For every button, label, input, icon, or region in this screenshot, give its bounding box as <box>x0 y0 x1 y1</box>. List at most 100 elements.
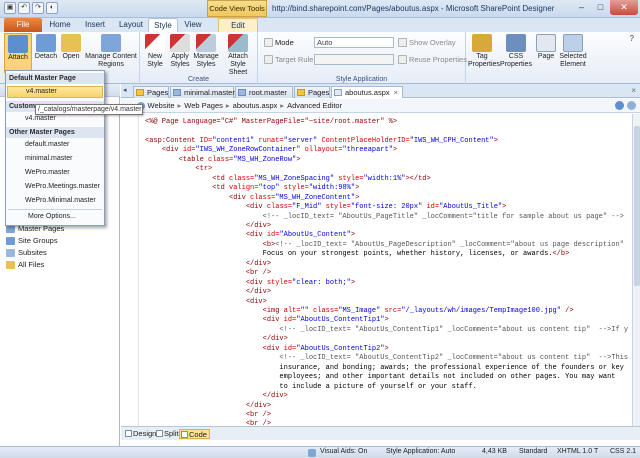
code-line: </div> <box>145 288 271 296</box>
selected-element-button[interactable]: Selected Element <box>558 34 588 69</box>
tab-edit[interactable]: Edit <box>218 18 258 32</box>
tab-home[interactable]: Home <box>44 18 76 32</box>
code-token: class= <box>262 203 293 212</box>
target-icon <box>264 55 273 64</box>
tab-layout[interactable]: Layout <box>113 18 149 32</box>
design-view-button[interactable]: Design <box>124 429 158 439</box>
preview-icon[interactable]: ◐ <box>46 2 58 14</box>
nav-item-site-groups[interactable]: Site Groups <box>6 236 58 245</box>
code-token: "AboutUs_Title" <box>439 203 503 212</box>
nav-back-icon[interactable]: ◂ <box>123 86 127 94</box>
code-line: <div class="MS_WH_ZoneContent"> <box>145 194 359 202</box>
dropdown-item-wepro-minimal-master[interactable]: WePro.Minimal.master <box>25 197 96 204</box>
detach-button[interactable]: Detach <box>34 34 58 61</box>
redo-icon[interactable]: ↷ <box>32 2 44 14</box>
detach-icon <box>36 34 56 52</box>
mode-select[interactable]: Auto <box>314 37 394 48</box>
dropdown-item-minimal-master[interactable]: minimal.master <box>25 155 72 162</box>
css-properties-button[interactable]: CSS Properties <box>500 34 532 69</box>
dropdown-item-default-v4[interactable]: v4.master <box>7 86 103 98</box>
code-view-button[interactable]: Code <box>179 429 210 439</box>
doc-tab-pages[interactable]: Pages <box>133 86 169 98</box>
dropdown-item-wepro-master[interactable]: WePro.master <box>25 169 70 176</box>
manage-content-regions-button[interactable]: Manage Content Regions <box>84 34 138 69</box>
separator-icon: ▸ <box>280 101 285 110</box>
code-line: <!-- _locID_text= "AboutUs_PageTitle" _l… <box>145 213 624 221</box>
status-doctype[interactable]: XHTML 1.0 T <box>557 448 598 455</box>
code-line: <div id="AboutUs_Content"> <box>145 231 355 239</box>
tab-file[interactable]: File <box>4 18 42 32</box>
attach-style-sheet-button[interactable]: Attach Style Sheet <box>221 34 255 77</box>
show-overlay-button[interactable]: Show Overlay <box>398 38 456 47</box>
code-token: insurance, and bonding; awards; the prof… <box>145 363 624 372</box>
breadcrumb-advanced-editor[interactable]: Advanced Editor <box>287 101 342 110</box>
status-visual-aids[interactable]: Visual Aids: On <box>320 448 367 455</box>
refresh-icon[interactable] <box>615 101 624 110</box>
help-icon[interactable]: ? <box>630 34 634 43</box>
tab-style[interactable]: Style <box>148 18 178 32</box>
doc-tab-aboutus[interactable]: aboutus.aspx × <box>331 86 403 98</box>
undo-icon[interactable]: ↶ <box>18 2 30 14</box>
code-token: <td <box>212 184 225 193</box>
tab-view[interactable]: View <box>180 18 206 32</box>
code-line: </div> <box>145 260 271 268</box>
breadcrumb-website[interactable]: Website <box>148 101 175 110</box>
doc-tab-pages-2[interactable]: Pages <box>294 86 330 98</box>
code-token: <!-- _locID_text= "AboutUs_PageDescripti… <box>275 240 624 249</box>
split-view-button[interactable]: Split <box>155 429 181 439</box>
close-all-icon[interactable]: × <box>631 86 636 95</box>
dropdown-item-custom-v4[interactable]: v4.master <box>25 115 56 122</box>
attach-button[interactable]: Attach <box>4 33 32 73</box>
apply-styles-button[interactable]: Apply Styles <box>169 34 191 69</box>
new-style-button[interactable]: New Style <box>143 34 167 69</box>
scrollbar-thumb[interactable] <box>634 126 640 286</box>
tag-properties-button[interactable]: Tag Properties <box>468 34 500 69</box>
close-icon[interactable]: ✕ <box>610 0 638 15</box>
dropdown-item-wepro-meetings-master[interactable]: WePro.Meetings.master <box>25 183 100 190</box>
code-token: </div> <box>245 221 272 230</box>
code-token: <div <box>262 316 280 325</box>
code-line: <td valign="top" style="width:98%"> <box>145 184 359 192</box>
code-line: </div> <box>145 392 288 400</box>
subsites-icon <box>6 248 15 257</box>
doc-tab-root-master[interactable]: root.master <box>235 86 293 98</box>
minimize-icon[interactable]: – <box>572 0 591 15</box>
open-button[interactable]: Open <box>60 34 82 61</box>
nav-item-all-files[interactable]: All Files <box>6 260 44 269</box>
save-icon[interactable]: ▣ <box>4 2 16 14</box>
code-token: ContentPlaceHolderID= <box>317 136 410 145</box>
page-button[interactable]: Page <box>536 34 556 61</box>
code-token: </div> <box>262 392 288 401</box>
group-style-application: Mode Auto Target Rule: Show Overlay Reus… <box>258 32 467 84</box>
target-rule-select[interactable] <box>314 54 394 65</box>
code-editor[interactable]: <%@ Page Language="C#" MasterPageFile="~… <box>121 114 632 426</box>
dropdown-item-default-master[interactable]: default.master <box>25 141 69 148</box>
reuse-properties-button[interactable]: Reuse Properties <box>398 55 467 64</box>
maximize-icon[interactable]: □ <box>591 0 610 15</box>
overlay-icon <box>398 38 407 47</box>
doc-tab-minimal-master[interactable]: minimal.master <box>170 86 235 98</box>
breadcrumb-aboutus[interactable]: aboutus.aspx <box>233 101 278 110</box>
status-style-application[interactable]: Style Application: Auto <box>386 448 455 455</box>
status-css-version[interactable]: CSS 2.1 <box>610 448 636 455</box>
code-token: "MS_Image" <box>338 307 381 315</box>
status-icon <box>308 449 316 457</box>
close-tab-icon[interactable]: × <box>394 88 398 97</box>
vertical-scrollbar[interactable] <box>632 114 640 426</box>
code-token: <div <box>245 278 263 287</box>
target-rule-label: Target Rule: <box>264 55 315 64</box>
manage-styles-button[interactable]: Manage Styles <box>193 34 219 69</box>
code-token: </div> <box>245 288 272 297</box>
breadcrumb-web-pages[interactable]: Web Pages <box>184 101 223 110</box>
forward-circle-icon[interactable] <box>627 101 636 110</box>
code-token: "IWS_WH_CPH_Content" <box>409 136 494 145</box>
nav-item-subsites[interactable]: Subsites <box>6 248 47 257</box>
dropdown-more-options[interactable]: More Options... <box>28 213 76 220</box>
code-line: <!-- _locID_text= "AboutUs_ContentTip2" … <box>145 354 628 362</box>
tab-insert[interactable]: Insert <box>78 18 112 32</box>
